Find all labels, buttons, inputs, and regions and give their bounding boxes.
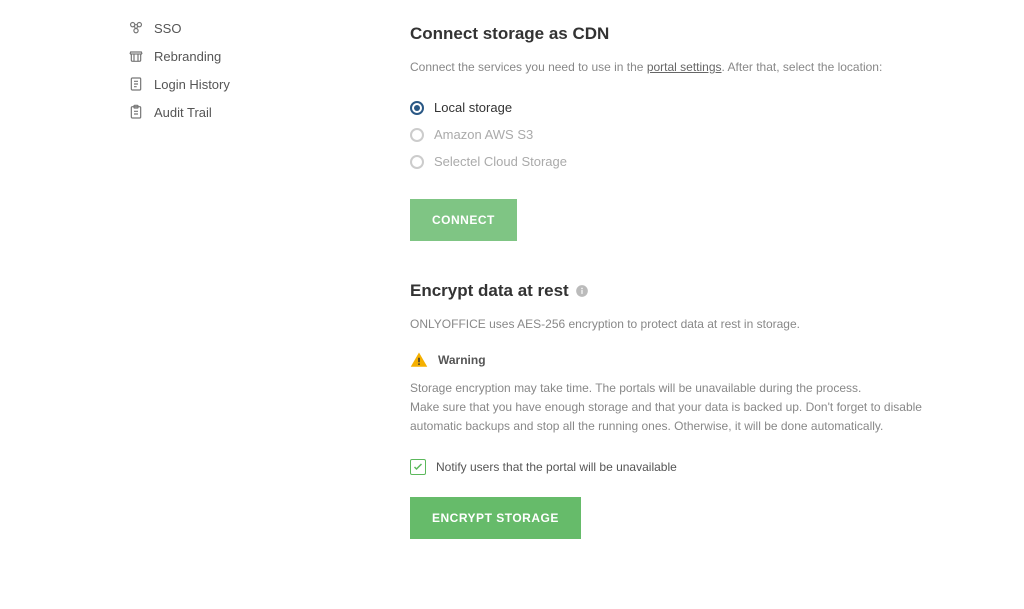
sidebar-item-label: Rebranding xyxy=(154,49,221,64)
sidebar-item-sso[interactable]: SSO xyxy=(128,14,280,42)
warning-label: Warning xyxy=(438,353,486,367)
storage-radio-group: Local storage Amazon AWS S3 Selectel Clo… xyxy=(410,94,984,175)
encrypt-desc: ONLYOFFICE uses AES-256 encryption to pr… xyxy=(410,315,984,333)
warning-line-1: Storage encryption may take time. The po… xyxy=(410,381,861,395)
cdn-desc: Connect the services you need to use in … xyxy=(410,58,984,76)
checkbox-icon xyxy=(410,459,426,475)
cdn-section: Connect storage as CDN Connect the servi… xyxy=(410,24,984,241)
connect-button[interactable]: CONNECT xyxy=(410,199,517,241)
radio-local-storage[interactable]: Local storage xyxy=(410,94,984,121)
sidebar-item-label: Login History xyxy=(154,77,230,92)
sidebar: SSO Rebranding Login History xyxy=(0,0,280,609)
radio-label: Selectel Cloud Storage xyxy=(434,154,567,169)
radio-icon xyxy=(410,155,424,169)
radio-label: Local storage xyxy=(434,100,512,115)
radio-label: Amazon AWS S3 xyxy=(434,127,533,142)
main-content: Connect storage as CDN Connect the servi… xyxy=(280,0,1024,609)
sidebar-item-rebranding[interactable]: Rebranding xyxy=(128,42,280,70)
cdn-desc-prefix: Connect the services you need to use in … xyxy=(410,60,647,74)
cdn-desc-suffix: . After that, select the location: xyxy=(722,60,883,74)
cdn-title: Connect storage as CDN xyxy=(410,24,984,44)
sidebar-item-login-history[interactable]: Login History xyxy=(128,70,280,98)
audit-trail-icon xyxy=(128,104,144,120)
notify-label: Notify users that the portal will be una… xyxy=(436,460,677,474)
radio-icon xyxy=(410,101,424,115)
encrypt-section: Encrypt data at rest ONLYOFFICE uses AES… xyxy=(410,281,984,539)
warning-line-2: Make sure that you have enough storage a… xyxy=(410,400,922,433)
warning-header: Warning xyxy=(410,351,984,369)
info-icon[interactable] xyxy=(575,284,589,298)
radio-icon xyxy=(410,128,424,142)
sso-icon xyxy=(128,20,144,36)
encrypt-storage-button[interactable]: ENCRYPT STORAGE xyxy=(410,497,581,539)
rebranding-icon xyxy=(128,48,144,64)
portal-settings-link[interactable]: portal settings xyxy=(647,60,722,74)
notify-checkbox[interactable]: Notify users that the portal will be una… xyxy=(410,459,984,475)
warning-text: Storage encryption may take time. The po… xyxy=(410,379,930,437)
sidebar-item-label: SSO xyxy=(154,21,181,36)
warning-icon xyxy=(410,351,428,369)
encrypt-title: Encrypt data at rest xyxy=(410,281,569,301)
login-history-icon xyxy=(128,76,144,92)
radio-amazon-s3[interactable]: Amazon AWS S3 xyxy=(410,121,984,148)
sidebar-item-label: Audit Trail xyxy=(154,105,212,120)
radio-selectel[interactable]: Selectel Cloud Storage xyxy=(410,148,984,175)
sidebar-item-audit-trail[interactable]: Audit Trail xyxy=(128,98,280,126)
